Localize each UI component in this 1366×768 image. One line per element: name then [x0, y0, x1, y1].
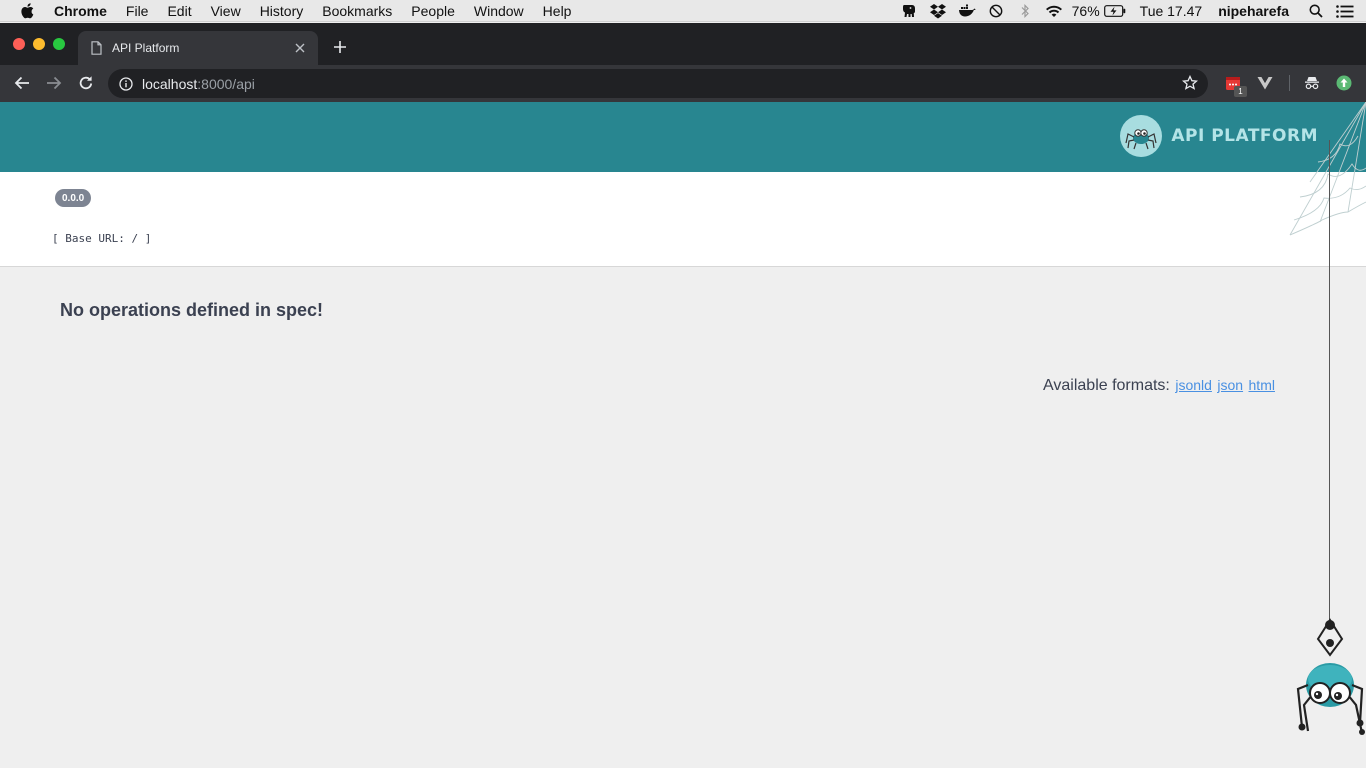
format-link-jsonld[interactable]: jsonld	[1175, 377, 1212, 393]
format-link-html[interactable]: html	[1249, 377, 1275, 393]
site-info-icon[interactable]	[119, 76, 133, 91]
url-host: localhost	[142, 75, 198, 92]
menu-file[interactable]: File	[126, 3, 149, 19]
tab-close-icon[interactable]	[292, 40, 308, 56]
format-link-json[interactable]: json	[1217, 377, 1243, 393]
no-operations-message: No operations defined in spec!	[60, 300, 324, 320]
extension-badge: 1	[1234, 86, 1247, 97]
bluetooth-icon[interactable]	[1014, 0, 1036, 22]
spider-mascot	[1296, 618, 1365, 735]
menu-history[interactable]: History	[260, 3, 304, 19]
browser-toolbar: localhost:8000/api	[0, 65, 1366, 102]
menu-app-chrome[interactable]: Chrome	[54, 3, 107, 19]
apple-icon[interactable]	[20, 2, 38, 19]
battery-percent: 76%	[1071, 3, 1100, 19]
url-path: :8000/api	[197, 75, 255, 92]
tab-title: API Platform	[112, 41, 180, 55]
new-tab-icon[interactable]	[330, 37, 350, 57]
page-icon	[91, 41, 102, 55]
available-formats: Available formats: jsonld json html	[1043, 377, 1275, 395]
do-not-disturb-icon[interactable]	[985, 0, 1007, 22]
address-bar[interactable]: localhost:8000/api	[108, 69, 1208, 98]
menu-bookmarks[interactable]: Bookmarks	[322, 3, 392, 19]
menu-edit[interactable]: Edit	[167, 3, 191, 19]
dropbox-icon[interactable]	[927, 0, 949, 22]
spider-logo-icon	[1120, 115, 1163, 157]
window-close-button[interactable]	[13, 38, 25, 50]
window-minimize-button[interactable]	[33, 38, 45, 50]
page-header: API PLATFORM	[0, 102, 1366, 172]
notification-center-icon[interactable]	[1334, 0, 1356, 22]
update-available-icon[interactable]	[1334, 73, 1354, 93]
incognito-icon[interactable]	[1302, 73, 1322, 93]
spotlight-search-icon[interactable]	[1305, 0, 1327, 22]
forward-icon[interactable]	[42, 71, 66, 95]
elephant-icon[interactable]	[898, 0, 920, 22]
back-icon[interactable]	[10, 71, 34, 95]
browser-tab-strip: API Platform	[0, 23, 1366, 65]
user-name[interactable]: nipeharefa	[1218, 3, 1289, 19]
api-info-section: 0.0.0 [ Base URL: / ]	[0, 172, 1366, 267]
battery-charging-icon[interactable]	[1103, 0, 1126, 22]
window-zoom-button[interactable]	[53, 38, 65, 50]
menu-people[interactable]: People	[411, 3, 455, 19]
macos-menu-bar: Chrome File Edit View History Bookmarks …	[0, 0, 1366, 22]
base-url: [ Base URL: / ]	[52, 232, 152, 245]
menu-help[interactable]: Help	[543, 3, 572, 19]
menu-window[interactable]: Window	[474, 3, 524, 19]
browser-tab[interactable]: API Platform	[78, 31, 318, 65]
spider-web-decoration	[1289, 102, 1366, 236]
docker-icon[interactable]	[956, 0, 978, 22]
reload-icon[interactable]	[74, 71, 98, 95]
formats-label: Available formats:	[1043, 377, 1170, 394]
bookmark-star-icon[interactable]	[1182, 75, 1198, 91]
toolbar-separator	[1289, 75, 1290, 91]
clock[interactable]: Tue 17.47	[1140, 3, 1203, 19]
version-badge: 0.0.0	[55, 189, 92, 207]
spider-thread	[1329, 140, 1330, 620]
wifi-icon[interactable]	[1043, 0, 1065, 22]
menu-view[interactable]: View	[211, 3, 241, 19]
vue-devtools-icon[interactable]	[1255, 73, 1275, 93]
